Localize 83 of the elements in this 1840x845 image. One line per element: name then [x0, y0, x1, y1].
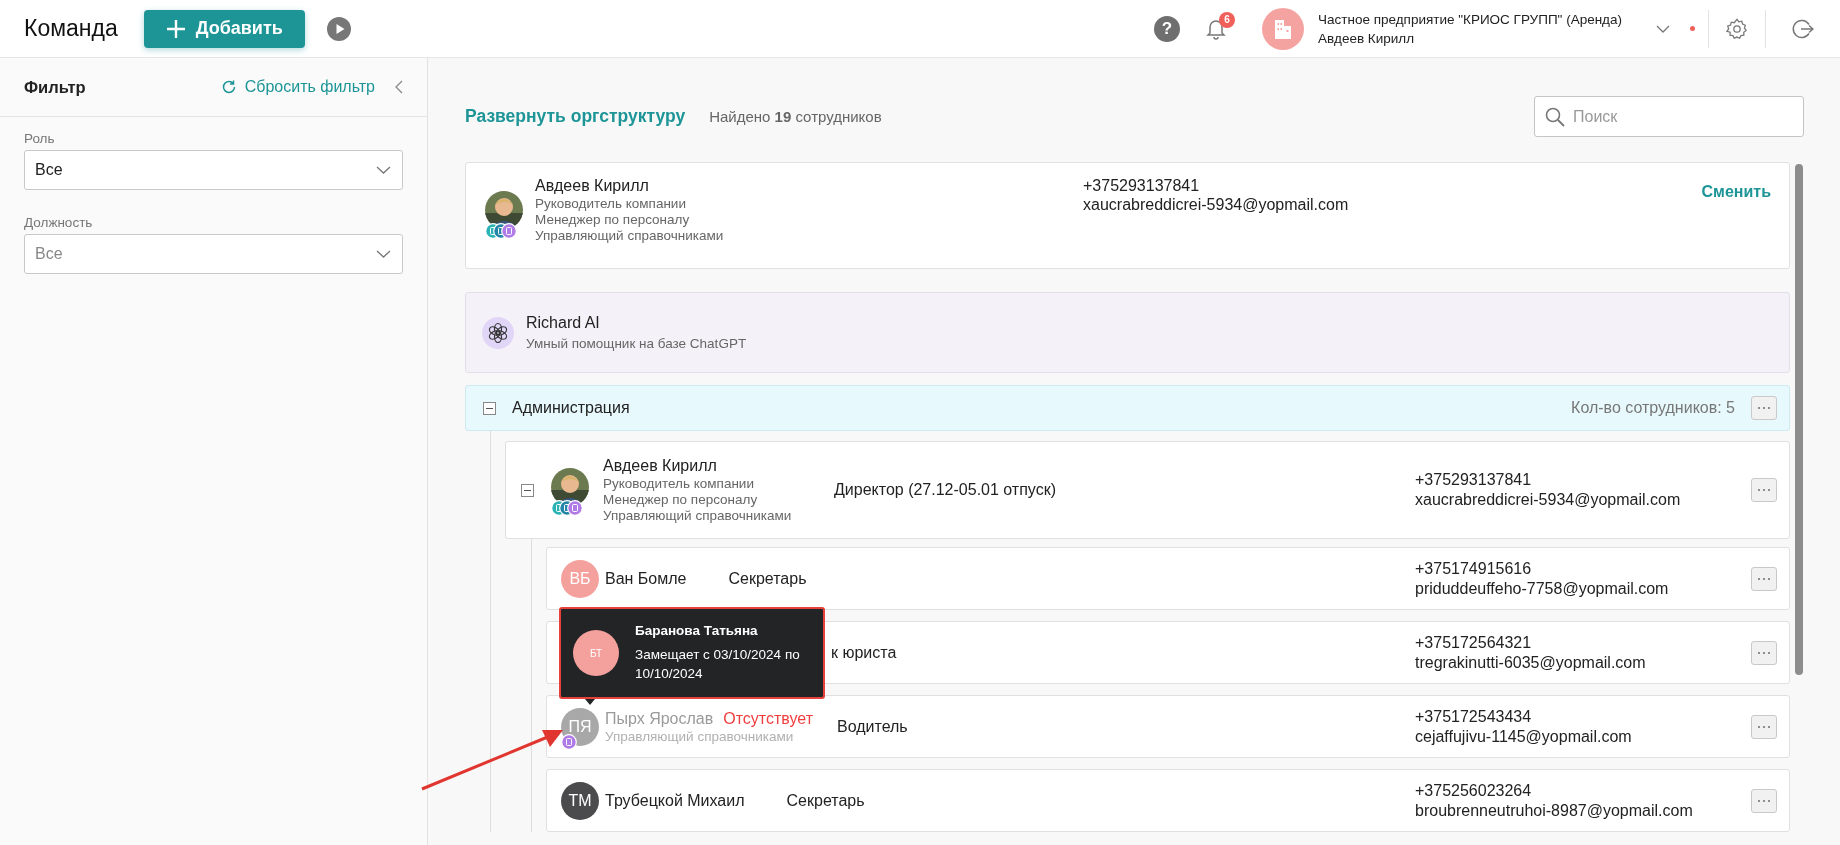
- employee-role: Менеджер по персоналу: [603, 492, 759, 507]
- phone-number: +375172543434: [1415, 707, 1533, 726]
- notification-count: 6: [1219, 11, 1235, 28]
- employee-name: Пырх Ярослав: [605, 709, 714, 728]
- assistant-description: Умный помощник на базе ChatGPT: [526, 336, 747, 351]
- account-switcher[interactable]: Частное предприятие "КРИОС ГРУПП" (Аренда) Авдеев Кирилл: [1262, 7, 1670, 50]
- collapse-icon[interactable]: [521, 483, 534, 497]
- phone-number: +375293137841: [1415, 471, 1533, 489]
- absence-status: Отсутствует: [723, 709, 813, 728]
- avatar: БТ: [573, 630, 619, 676]
- refresh-icon: [220, 79, 237, 95]
- settings-icon[interactable]: [1726, 17, 1748, 40]
- employee-card[interactable]: ПЯ Пырх Ярослав Отсутствует Управляющий справочниками Водитель +375172543434 cejaffujivu-1145@yopmail.com: [546, 695, 1790, 758]
- add-button[interactable]: Добавить: [143, 9, 305, 48]
- employee-card[interactable]: ВБ Ван Бомле Секретарь +375174915616 priduddeuffeho-7758@yopmail.com: [546, 547, 1790, 610]
- tooltip-text: Замещает с 03/10/2024 по 10/10/2024: [635, 645, 801, 683]
- chevron-icon: [376, 250, 391, 258]
- dots-icon: [1757, 724, 1771, 729]
- dots-icon: [1757, 406, 1771, 410]
- dots-icon: [1757, 576, 1771, 581]
- employee-name: Авдеев Кирилл: [603, 457, 718, 475]
- phone-number: +375174915616: [1415, 559, 1533, 578]
- search-icon: [1545, 106, 1565, 127]
- dots-icon: [1757, 488, 1771, 492]
- employee-role: Управляющий справочниками: [605, 728, 795, 744]
- status-dot-icon: [1690, 26, 1695, 31]
- plus-icon: [165, 18, 186, 39]
- assistant-card[interactable]: Richard AI Умный помощник на базе ChatGPT: [465, 292, 1790, 373]
- avatar: ТМ: [561, 781, 599, 820]
- email-address: cejaffujivu-1145@yopmail.com: [1415, 727, 1633, 746]
- assistant-icon: [482, 316, 514, 349]
- employee-role: Руководитель компании: [535, 196, 687, 211]
- phone-number: +375256023264: [1415, 781, 1533, 800]
- email-address: xaucrabreddicrei-5934@yopmail.com: [1415, 491, 1682, 509]
- page-title: Команда: [24, 15, 118, 42]
- employee-position: к юриста: [831, 643, 897, 662]
- play-icon[interactable]: [326, 16, 351, 41]
- scrollbar[interactable]: [1795, 164, 1803, 675]
- employee-card[interactable]: Авдеев Кирилл Руководитель компании Менеджер по персоналу Управляющий справочниками Директор (27.12-05.01 отпуск) +375293137841 xaucrabreddicrei-5934@yopmail.com: [505, 441, 1790, 539]
- employee-role: Руководитель компании: [603, 476, 755, 491]
- employee-role: Управляющий справочниками: [535, 228, 725, 243]
- email-address: xaucrabreddicrei-5934@yopmail.com: [1083, 196, 1349, 214]
- department-name: Администрация: [512, 399, 630, 417]
- building-icon: [1273, 17, 1293, 40]
- employee-card[interactable]: ТМ Трубецкой Михаил Секретарь +375256023264 broubrenneutruhoi-8987@yopmail.com: [546, 769, 1790, 832]
- employee-position: Секретарь: [786, 791, 865, 810]
- change-link[interactable]: Сменить: [1701, 183, 1771, 201]
- phone-number: +375172564321: [1415, 633, 1533, 652]
- employee-position: Секретарь: [728, 569, 807, 588]
- employee-position: Директор (27.12-05.01 отпуск): [834, 481, 1056, 499]
- reset-filter-link[interactable]: Сбросить фильтр: [220, 78, 375, 96]
- help-button[interactable]: ?: [1154, 15, 1180, 42]
- department-row[interactable]: Администрация Кол-во сотрудников: 5: [465, 385, 1790, 431]
- tooltip-name: Баранова Татьяна: [635, 622, 759, 638]
- email-address: broubrenneutruhoi-8987@yopmail.com: [1415, 801, 1694, 820]
- chevron-icon: [1656, 24, 1670, 33]
- employee-name: Авдеев Кирилл: [535, 177, 650, 195]
- employee-position: Водитель: [837, 717, 908, 736]
- employee-name: Трубецкой Михаил: [605, 791, 745, 810]
- field-label: Должность: [24, 215, 94, 230]
- collapse-icon[interactable]: [483, 401, 496, 415]
- logout-icon[interactable]: [1792, 17, 1814, 40]
- phone-number: +375293137841: [1083, 177, 1201, 195]
- avatar: ВБ: [561, 559, 599, 598]
- field-label: Роль: [24, 131, 56, 146]
- assistant-name: Richard AI: [526, 314, 601, 332]
- employee-role: Управляющий справочниками: [603, 508, 793, 523]
- employee-role: Менеджер по персоналу: [535, 212, 691, 227]
- avatar: ПЯ: [561, 707, 599, 746]
- email-address: tregrakinutti-6035@yopmail.com: [1415, 653, 1647, 672]
- collapse-panel-icon[interactable]: [395, 80, 403, 94]
- filter-title: Фильтр: [24, 77, 86, 97]
- bell-icon[interactable]: [1206, 17, 1226, 40]
- select-field[interactable]: Все: [24, 234, 403, 274]
- dots-icon: [1757, 650, 1771, 655]
- chevron-icon: [376, 166, 391, 174]
- found-count: Найдено 19 сотрудников: [709, 108, 882, 125]
- employee-name: Ван Бомле: [605, 569, 687, 588]
- dots-icon: [1757, 798, 1771, 803]
- email-address: priduddeuffeho-7758@yopmail.com: [1415, 579, 1670, 598]
- employee-count: Кол-во сотрудников: 5: [1571, 399, 1735, 417]
- select-field[interactable]: Все: [24, 150, 403, 190]
- search-field[interactable]: Поиск: [1534, 96, 1804, 137]
